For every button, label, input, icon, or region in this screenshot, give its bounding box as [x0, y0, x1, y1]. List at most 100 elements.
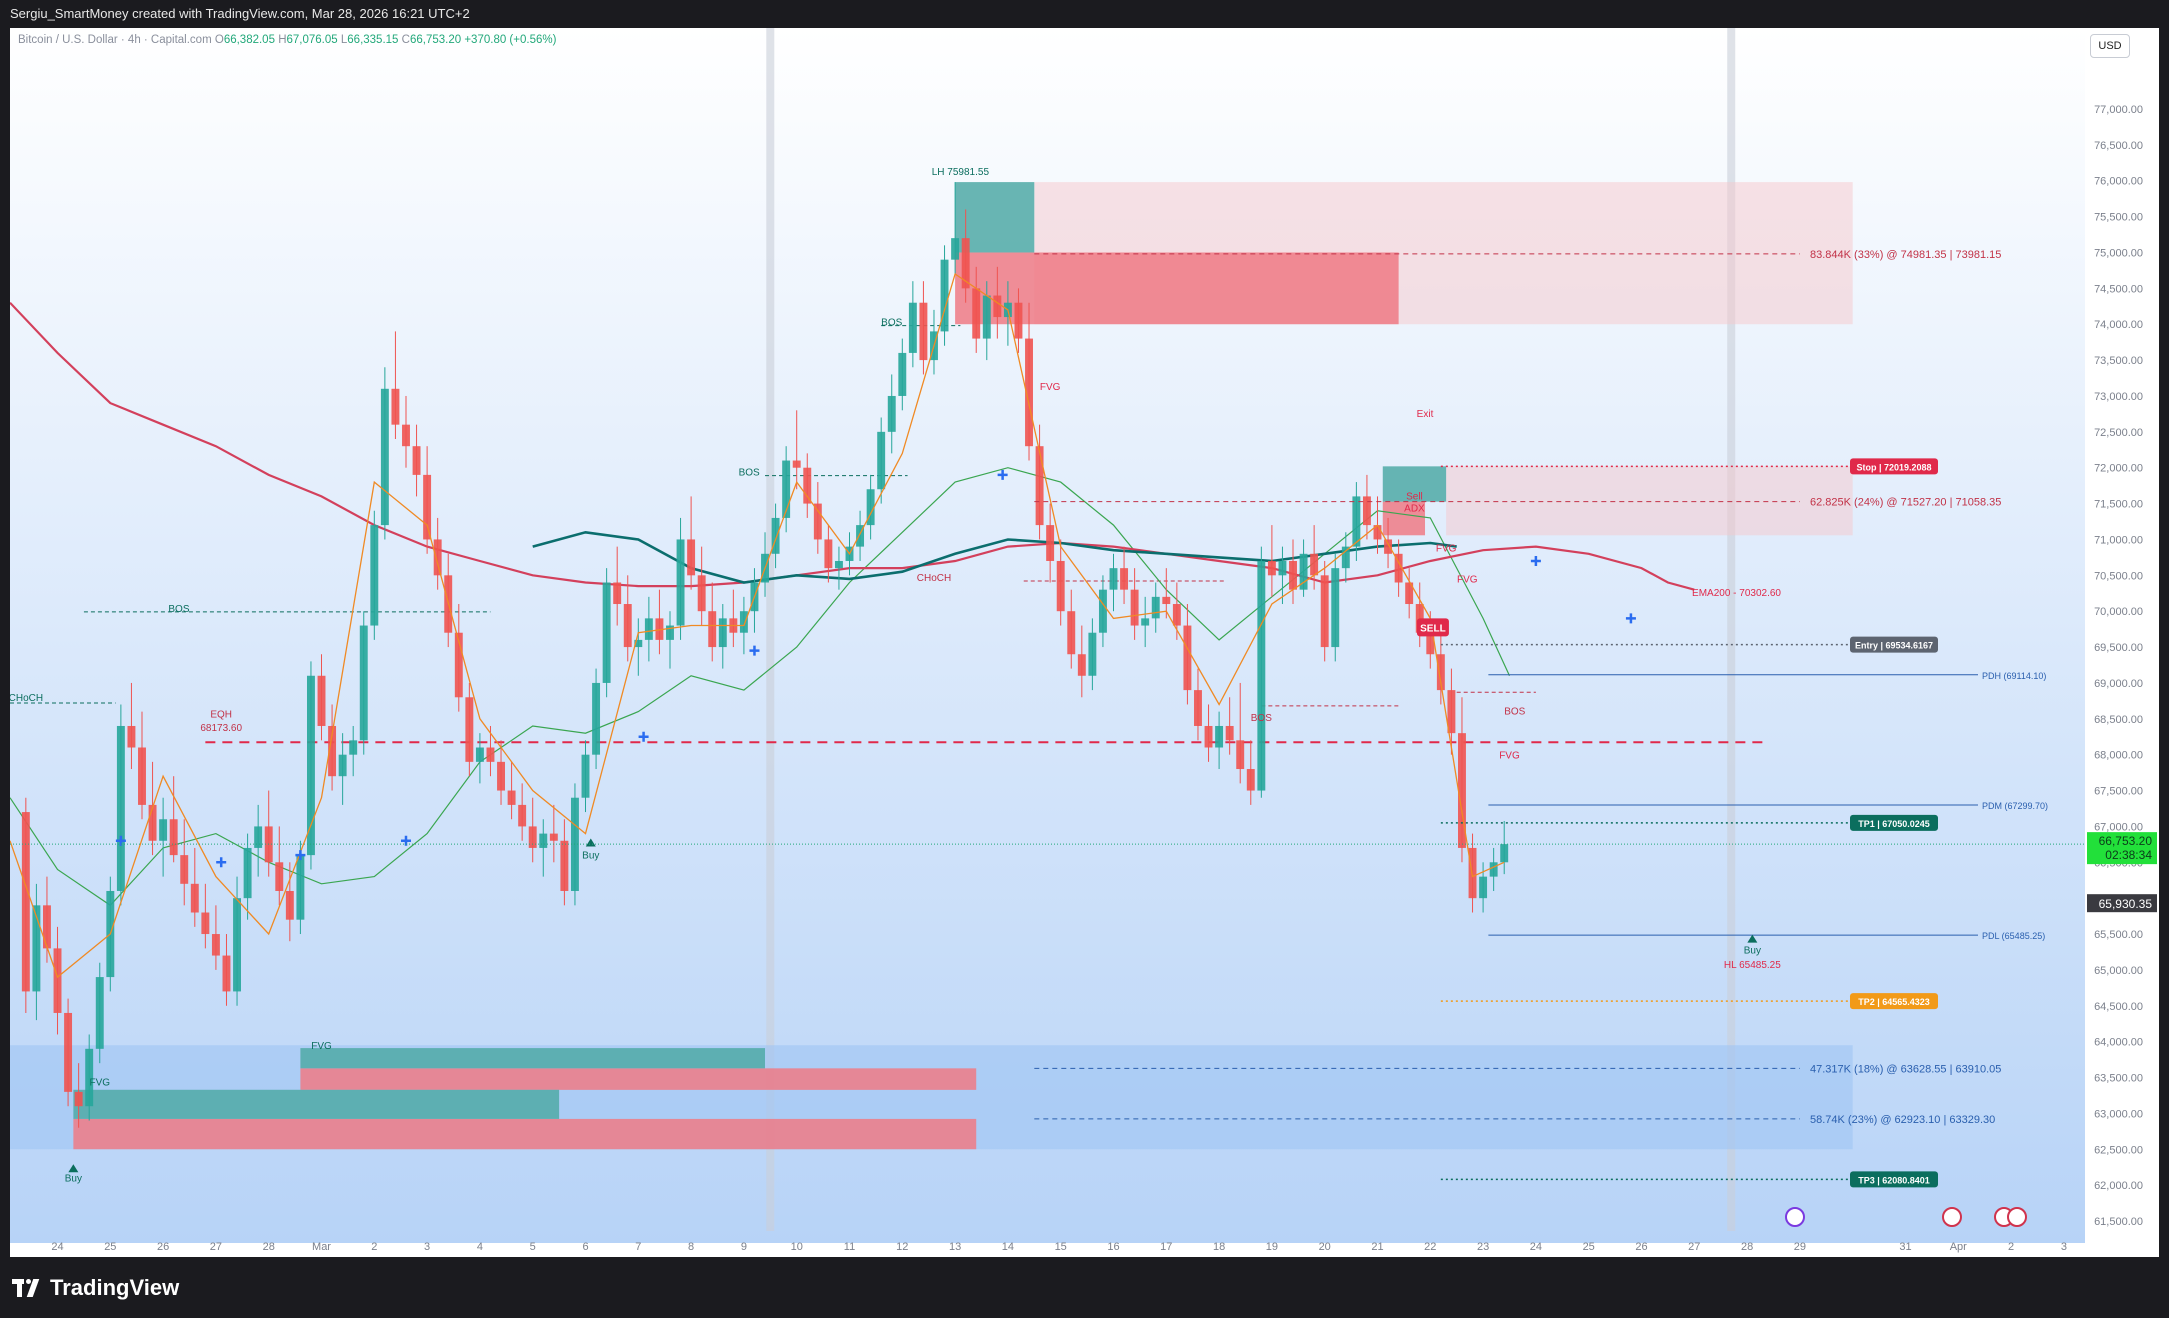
candle-body — [644, 618, 653, 640]
time-axis-tick: 27 — [1688, 1241, 1700, 1253]
candle-body — [792, 460, 801, 468]
candle-body — [475, 747, 484, 762]
price-axis-tick: 68,000.00 — [2094, 750, 2143, 762]
price-axis-tick: 61,500.00 — [2094, 1216, 2143, 1228]
price-axis-tick: 74,500.00 — [2094, 283, 2143, 295]
candle-body — [739, 611, 748, 633]
candle-body — [402, 424, 410, 447]
time-axis-tick: 15 — [1055, 1241, 1067, 1253]
candle-body — [1278, 560, 1287, 576]
chart-annotation: LH 75981.55 — [932, 167, 990, 178]
candle-body — [1109, 568, 1118, 590]
candle-body — [1362, 496, 1371, 526]
candle-body — [560, 840, 569, 891]
candle-body — [1267, 560, 1276, 576]
candle-body — [497, 761, 505, 791]
candle-body — [1352, 496, 1361, 547]
price-axis-tick: 69,000.00 — [2094, 678, 2143, 690]
chart-annotation: ADX — [1404, 503, 1425, 514]
chart-annotation: Buy — [65, 1174, 82, 1185]
candle-body — [243, 847, 252, 899]
price-axis-tick: 67,000.00 — [2094, 821, 2143, 833]
candle-body — [592, 682, 601, 755]
candle-body — [423, 474, 432, 540]
marker-price-label: 65,930.35 — [2099, 897, 2153, 911]
trade-level-label: Entry | 69534.6167 — [1855, 641, 1933, 651]
price-axis-tick: 68,500.00 — [2094, 714, 2143, 726]
time-axis-tick: 9 — [741, 1241, 747, 1253]
candle-body — [623, 604, 632, 648]
candle-body — [53, 948, 62, 1013]
candle-body — [1289, 560, 1297, 590]
time-axis-tick: 3 — [2061, 1241, 2067, 1253]
candle-body — [306, 675, 315, 856]
zone-volume-label: 62.825K (24%) @ 71527.20 | 71058.35 — [1810, 497, 2001, 509]
chart-annotation: EMA200 - 70302.60 — [1692, 588, 1781, 599]
price-axis-tick: 71,000.00 — [2094, 534, 2143, 546]
chart-annotation: EQH — [210, 709, 232, 720]
candle-body — [1141, 618, 1150, 626]
price-axis-tick: 73,000.00 — [2094, 391, 2143, 403]
candle-body — [180, 855, 189, 884]
candle-body — [1341, 546, 1350, 569]
candle-body — [148, 804, 157, 841]
price-axis-tick: 64,500.00 — [2094, 1001, 2143, 1013]
candle-body — [1046, 525, 1055, 561]
candle-body — [919, 302, 928, 361]
price-axis-tick: 74,000.00 — [2094, 319, 2143, 331]
chart-annotation: BOS — [168, 604, 189, 615]
candle-body — [687, 539, 696, 576]
candle-body — [21, 812, 30, 992]
candle-body — [95, 977, 104, 1049]
chart-annotation: 68173.60 — [200, 723, 242, 734]
price-axis-tick: 73,500.00 — [2094, 355, 2143, 367]
chart-annotation: Exit — [1417, 409, 1434, 420]
candle-body — [581, 754, 590, 798]
price-axis-tick: 70,500.00 — [2094, 570, 2143, 582]
price-axis-tick: 65,500.00 — [2094, 929, 2143, 941]
candle-body — [1056, 560, 1065, 612]
sell-signal-label: SELL — [1420, 623, 1446, 634]
open-value: 66,382.05 — [223, 34, 275, 46]
candle-body — [1172, 604, 1181, 626]
candle-body — [718, 618, 727, 648]
time-axis-tick: 13 — [949, 1241, 961, 1253]
candle-body — [1183, 625, 1192, 691]
zone-volume-label: 47.317K (18%) @ 63628.55 | 63910.05 — [1810, 1063, 2001, 1075]
demand-zone — [73, 1089, 560, 1119]
tradingview-brand[interactable]: TradingView — [12, 1275, 179, 1301]
candle-body — [1215, 725, 1224, 748]
candle-body — [1236, 740, 1245, 770]
candle-body — [42, 905, 51, 949]
trade-level-label: TP3 | 62080.8401 — [1858, 1175, 1930, 1185]
candle-body — [1077, 654, 1086, 676]
price-axis-tick: 70,000.00 — [2094, 606, 2143, 618]
candle-body — [275, 862, 284, 891]
tradingview-logo-icon — [12, 1279, 42, 1297]
candle-body — [359, 625, 368, 741]
currency-button[interactable]: USD — [2090, 34, 2130, 58]
candle-body — [1067, 611, 1076, 655]
price-axis-tick: 63,500.00 — [2094, 1073, 2143, 1085]
time-axis-tick: 12 — [896, 1241, 908, 1253]
time-axis-tick: Apr — [1950, 1241, 1967, 1253]
candle-body — [1320, 575, 1329, 648]
price-axis-tick: 76,500.00 — [2094, 140, 2143, 152]
price-axis-tick: 65,000.00 — [2094, 965, 2143, 977]
chart-credit-bar: Sergiu_SmartMoney created with TradingVi… — [0, 0, 2169, 28]
chart-annotation: HL 65485.25 — [1724, 960, 1781, 971]
time-axis-tick: 14 — [1002, 1241, 1014, 1253]
candle-body — [676, 539, 685, 626]
pd-level-label: PDL (65485.25) — [1982, 931, 2045, 941]
economic-event-icon — [2007, 1207, 2027, 1227]
candle-body — [338, 754, 347, 777]
candle-body — [803, 467, 812, 504]
candle-body — [1014, 302, 1023, 339]
candle-body — [1500, 844, 1509, 863]
candle-body — [1151, 596, 1160, 619]
price-chart[interactable]: Stop | 72019.2088 Entry | 69534.6167 TP1 |… — [10, 28, 2159, 1257]
chart-credit: Sergiu_SmartMoney created with TradingVi… — [10, 6, 470, 21]
supply-zone — [73, 1118, 977, 1150]
chart-annotation: Buy — [1744, 945, 1761, 956]
candle-body — [1246, 769, 1255, 791]
